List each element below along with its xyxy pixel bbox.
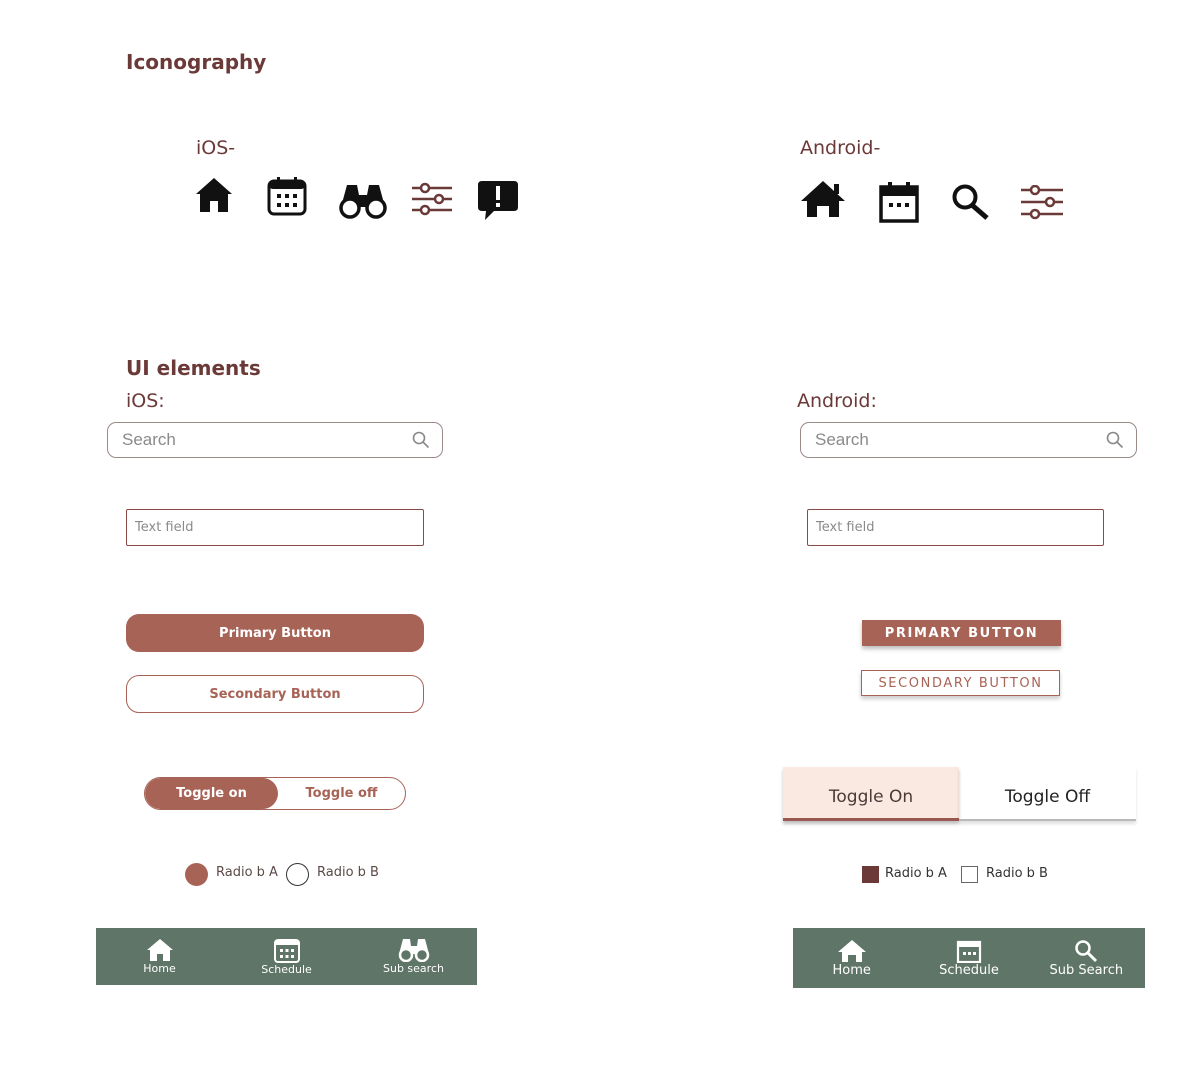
ios-tab-sub-search[interactable]: Sub search bbox=[350, 928, 477, 985]
android-iconography-label: Android- bbox=[800, 137, 881, 159]
search-icon bbox=[1106, 431, 1124, 449]
android-text-field[interactable]: Text field bbox=[807, 509, 1104, 546]
toggle-on-segment[interactable]: Toggle on bbox=[145, 778, 278, 809]
ios-iconography-label: iOS- bbox=[196, 137, 236, 159]
tab-sub-search-label: Sub Search bbox=[1049, 962, 1124, 978]
android-tab-schedule[interactable]: Schedule bbox=[910, 928, 1027, 988]
android-secondary-button[interactable]: SECONDARY BUTTON bbox=[861, 670, 1060, 696]
android-tab-home[interactable]: Home bbox=[793, 928, 910, 988]
calendar-icon bbox=[267, 177, 307, 216]
ios-tab-home[interactable]: Home bbox=[96, 928, 223, 985]
binoculars-icon bbox=[398, 939, 429, 962]
sliders-icon bbox=[412, 182, 452, 216]
toggle-off-segment[interactable]: Toggle Off bbox=[959, 767, 1136, 821]
ios-tab-schedule[interactable]: Schedule bbox=[223, 928, 350, 985]
tab-schedule-label: Schedule bbox=[939, 962, 999, 978]
ios-radio-b[interactable] bbox=[286, 863, 309, 886]
android-toggle[interactable]: Toggle On Toggle Off bbox=[783, 767, 1136, 821]
ios-toggle[interactable]: Toggle on Toggle off bbox=[144, 777, 406, 810]
text-field-placeholder: Text field bbox=[135, 520, 194, 535]
search-icon bbox=[412, 431, 430, 449]
android-ui-label: Android: bbox=[797, 390, 877, 412]
home-icon bbox=[146, 939, 173, 961]
toggle-off-segment[interactable]: Toggle off bbox=[278, 778, 405, 809]
search-placeholder: Search bbox=[122, 430, 176, 449]
toggle-on-segment[interactable]: Toggle On bbox=[783, 767, 959, 821]
ios-radio-a[interactable] bbox=[185, 863, 208, 886]
home-icon bbox=[801, 181, 845, 217]
sliders-icon bbox=[1021, 185, 1063, 220]
tab-schedule-label: Schedule bbox=[261, 963, 312, 976]
tab-sub-search-label: Sub search bbox=[383, 962, 444, 975]
ios-text-field[interactable]: Text field bbox=[126, 509, 424, 546]
tab-home-label: Home bbox=[143, 962, 176, 975]
text-field-placeholder: Text field bbox=[816, 520, 875, 535]
binoculars-icon bbox=[339, 185, 387, 219]
calendar-icon bbox=[879, 182, 919, 223]
ui-elements-title: UI elements bbox=[126, 356, 261, 380]
android-radio-b-label: Radio b B bbox=[986, 866, 1048, 881]
ios-radio-b-label: Radio b B bbox=[317, 865, 379, 880]
calendar-icon bbox=[956, 940, 982, 963]
ios-radio-a-label: Radio b A bbox=[216, 865, 278, 880]
android-bottom-nav: Home Schedule Sub Search bbox=[793, 928, 1145, 988]
search-placeholder: Search bbox=[815, 430, 869, 449]
ios-secondary-button[interactable]: Secondary Button bbox=[126, 675, 424, 713]
alert-message-icon bbox=[478, 181, 518, 220]
tab-home-label: Home bbox=[832, 962, 871, 978]
iconography-title: Iconography bbox=[126, 50, 267, 74]
calendar-icon bbox=[273, 939, 300, 963]
ios-search-bar[interactable]: Search bbox=[107, 422, 443, 458]
android-tab-sub-search[interactable]: Sub Search bbox=[1028, 928, 1145, 988]
home-icon bbox=[837, 939, 866, 962]
android-primary-button[interactable]: PRIMARY BUTTON bbox=[862, 620, 1061, 646]
home-icon bbox=[196, 178, 232, 212]
ios-tab-bar: Home Schedule Sub search bbox=[96, 928, 477, 985]
ios-primary-button[interactable]: Primary Button bbox=[126, 614, 424, 652]
android-radio-a-label: Radio b A bbox=[885, 866, 947, 881]
search-icon bbox=[952, 184, 989, 220]
ios-ui-label: iOS: bbox=[126, 390, 165, 412]
search-icon bbox=[1075, 939, 1098, 962]
android-search-bar[interactable]: Search bbox=[800, 422, 1137, 458]
android-radio-b[interactable] bbox=[961, 866, 978, 883]
android-radio-a[interactable] bbox=[862, 866, 879, 883]
